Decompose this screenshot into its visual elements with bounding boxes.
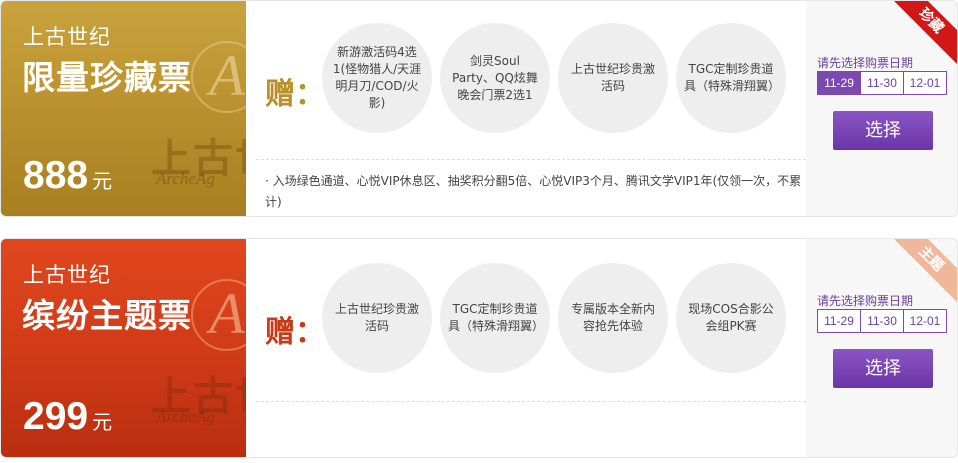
price-unit: 元 bbox=[92, 169, 113, 193]
date-hint: 请先选择购票日期 bbox=[817, 56, 914, 70]
date-panel: 主题 请先选择购票日期 11-29 11-30 12-01 选择 bbox=[806, 239, 957, 457]
ticket-title: 缤纷主题票 bbox=[22, 296, 192, 335]
price: 299 元 bbox=[23, 395, 112, 439]
gift-item: 专属版本全新内容抢先体验 bbox=[558, 263, 668, 373]
price: 888 元 bbox=[23, 154, 112, 198]
price-value: 888 bbox=[23, 154, 89, 197]
date-selector: 11-29 11-30 12-01 bbox=[817, 309, 947, 333]
logo-en-text: ArcheAg bbox=[156, 169, 215, 188]
date-option[interactable]: 11-30 bbox=[860, 72, 903, 94]
archeage-logo-icon: A bbox=[191, 279, 246, 351]
gift-section: 赠： 上古世纪珍贵激活码 TGC定制珍贵道具（特殊滑翔翼） 专属版本全新内容抢先… bbox=[246, 239, 806, 457]
date-panel: 珍藏 请先选择购票日期 11-29 11-30 12-01 选择 bbox=[806, 1, 957, 216]
benefits-text: · 入场绿色通道、心悦VIP休息区、抽奖积分翻5倍、心悦VIP3个月、腾讯文学V… bbox=[265, 174, 802, 209]
gift-item: TGC定制珍贵道具（特殊滑翔翼） bbox=[440, 263, 550, 373]
date-option[interactable]: 12-01 bbox=[903, 310, 946, 332]
divider bbox=[256, 159, 806, 160]
select-button[interactable]: 选择 bbox=[833, 111, 933, 150]
logo-en-text: ArcheAg bbox=[156, 407, 215, 426]
archeage-logo-icon: A bbox=[191, 41, 246, 113]
gift-item: 新游激活码4选1(怪物猎人/天涯明月刀/COD/火影) bbox=[322, 23, 432, 133]
gift-item: 剑灵Soul Party、QQ炫舞晚会门票2选1 bbox=[440, 23, 550, 133]
divider bbox=[256, 401, 806, 402]
ticket-card-theme: A 上古世 ArcheAg 上古世纪 缤纷主题票 299元 赠： 上古世纪珍贵激… bbox=[0, 238, 958, 458]
date-option[interactable]: 11-30 bbox=[860, 310, 903, 332]
ticket-title: 限量珍藏票 bbox=[22, 58, 192, 97]
date-option[interactable]: 12-01 bbox=[903, 72, 946, 94]
date-selector: 11-29 11-30 12-01 bbox=[817, 71, 947, 95]
gift-section: 赠： 新游激活码4选1(怪物猎人/天涯明月刀/COD/火影) 剑灵Soul Pa… bbox=[246, 1, 806, 216]
date-option[interactable]: 11-29 bbox=[818, 310, 860, 332]
ticket-banner: A 上古世 ArcheAg 上古世纪 限量珍藏票 888元 bbox=[1, 1, 246, 216]
gift-label: 赠： bbox=[265, 315, 325, 350]
ticket-banner: A 上古世 ArcheAg 上古世纪 缤纷主题票 299元 bbox=[1, 239, 246, 457]
ticket-card-collector: A 上古世 ArcheAg 上古世纪 限量珍藏票 888元 赠： 新游激活码4选… bbox=[0, 0, 958, 217]
gift-item: 现场COS合影公会组PK赛 bbox=[676, 263, 786, 373]
select-button[interactable]: 选择 bbox=[833, 349, 933, 388]
price-value: 299 bbox=[23, 395, 89, 438]
game-name: 上古世纪 bbox=[23, 25, 111, 49]
gift-item: TGC定制珍贵道具（特殊滑翔翼） bbox=[676, 23, 786, 133]
game-name: 上古世纪 bbox=[23, 263, 111, 287]
gift-label: 赠： bbox=[265, 77, 325, 112]
date-option[interactable]: 11-29 bbox=[818, 72, 860, 94]
gift-item: 上古世纪珍贵激活码 bbox=[558, 23, 668, 133]
price-unit: 元 bbox=[92, 410, 113, 434]
date-hint: 请先选择购票日期 bbox=[817, 294, 914, 308]
gift-item: 上古世纪珍贵激活码 bbox=[322, 263, 432, 373]
